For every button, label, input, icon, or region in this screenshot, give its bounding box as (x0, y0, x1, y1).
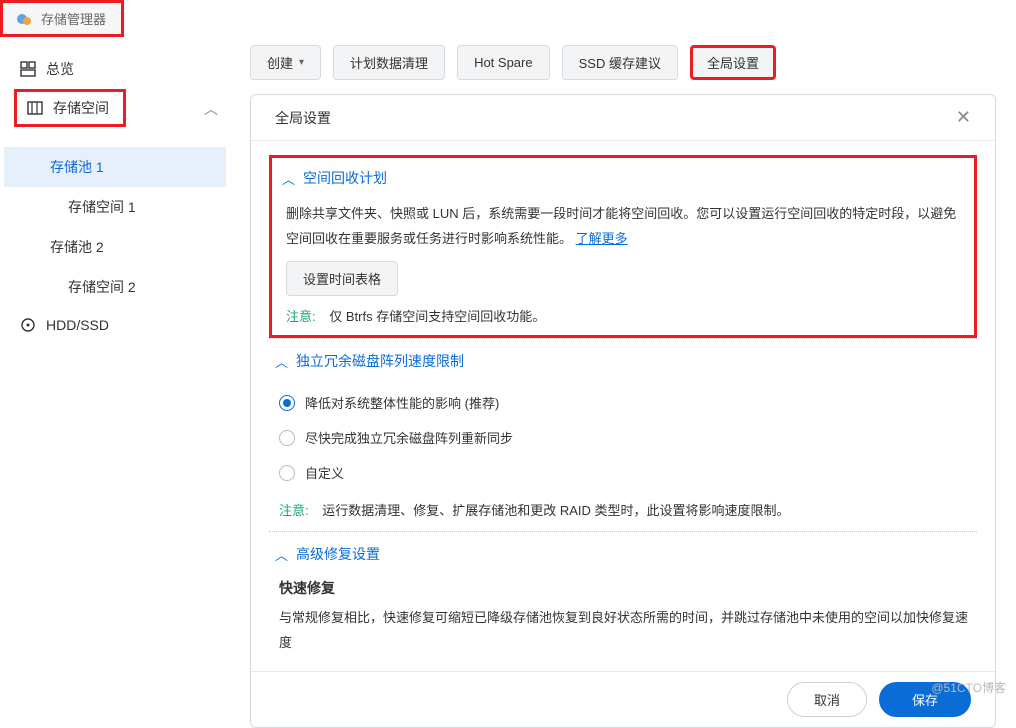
section-advanced-repair: ︿ 高级修复设置 快速修复 与常规修复相比，快速修复可缩短已降级存储池恢复到良好… (269, 531, 977, 671)
chevron-down-icon: ▾ (299, 57, 304, 68)
sidebar-item-volume1[interactable]: 存储空间 1 (4, 187, 226, 227)
sidebar-item-label: 存储空间 (53, 98, 109, 118)
sidebar-item-volume2[interactable]: 存储空间 2 (4, 267, 226, 307)
hotspare-button[interactable]: Hot Spare (457, 45, 550, 80)
chevron-up-icon: ︿ (275, 545, 288, 564)
storage-icon (27, 100, 43, 116)
note-text: 仅 Btrfs 存储空间支持空间回收功能。 (329, 309, 545, 324)
panel-header: 全局设置 ✕ (251, 95, 995, 141)
sidebar-item-label: 存储池 2 (50, 239, 104, 255)
radio-option-recommended[interactable]: 降低对系统整体性能的影响 (推荐) (279, 385, 971, 420)
set-schedule-button[interactable]: 设置时间表格 (286, 261, 398, 296)
sidebar-item-storage[interactable]: 存储空间 (14, 89, 126, 127)
create-button[interactable]: 创建 ▾ (250, 45, 321, 80)
note-text: 运行数据清理、修复、扩展存储池和更改 RAID 类型时，此设置将影响速度限制。 (322, 503, 789, 518)
chevron-up-icon: ︿ (275, 352, 288, 371)
section-header-raid[interactable]: ︿ 独立冗余磁盘阵列速度限制 (275, 351, 971, 371)
sidebar-item-hdd-ssd[interactable]: HDD/SSD (4, 307, 226, 343)
cancel-button[interactable]: 取消 (787, 682, 867, 717)
sidebar-item-label: 存储池 1 (50, 159, 104, 175)
sidebar: 总览 存储空间 ︿ 存储池 1 存储空间 1 存储池 2 存储空间 2 (0, 37, 230, 700)
section-header-repair[interactable]: ︿ 高级修复设置 (275, 544, 971, 564)
panel-body: ︿ 空间回收计划 删除共享文件夹、快照或 LUN 后，系统需要一段时间才能将空间… (251, 141, 995, 671)
app-titlebar: 存储管理器 (0, 0, 124, 37)
sidebar-item-label: 存储空间 1 (68, 199, 136, 215)
panel-footer: 取消 保存 (251, 671, 995, 727)
main-content: 创建 ▾ 计划数据清理 Hot Spare SSD 缓存建议 全局设置 全局设置… (230, 37, 1016, 700)
global-settings-button[interactable]: 全局设置 (690, 45, 776, 80)
storage-manager-icon (15, 10, 33, 28)
section-title: 空间回收计划 (303, 168, 387, 188)
chevron-up-icon: ︿ (282, 169, 295, 188)
radio-label: 降低对系统整体性能的影响 (推荐) (305, 393, 499, 412)
note-label: 注意: (279, 503, 309, 518)
radio-icon (279, 465, 295, 481)
section-description: 删除共享文件夹、快照或 LUN 后，系统需要一段时间才能将空间回收。您可以设置运… (286, 202, 964, 251)
disk-icon (20, 317, 36, 333)
sidebar-item-pool1[interactable]: 存储池 1 (4, 147, 226, 187)
ssd-advisor-button[interactable]: SSD 缓存建议 (562, 45, 678, 80)
quick-repair-description: 与常规修复相比，快速修复可缩短已降级存储池恢复到良好状态所需的时间，并跳过存储池… (279, 606, 971, 655)
radio-icon (279, 430, 295, 446)
learn-more-link[interactable]: 了解更多 (576, 231, 628, 246)
overview-icon (20, 61, 36, 77)
close-icon[interactable]: ✕ (956, 107, 971, 128)
section-space-reclaim: ︿ 空间回收计划 删除共享文件夹、快照或 LUN 后，系统需要一段时间才能将空间… (269, 155, 977, 338)
quick-repair-heading: 快速修复 (279, 578, 971, 598)
watermark: @51CTO博客 (931, 679, 1006, 696)
radio-icon (279, 395, 295, 411)
section-title: 独立冗余磁盘阵列速度限制 (296, 351, 464, 371)
section-title: 高级修复设置 (296, 544, 380, 564)
app-title: 存储管理器 (41, 9, 106, 28)
note-row: 注意: 运行数据清理、修复、扩展存储池和更改 RAID 类型时，此设置将影响速度… (279, 500, 971, 519)
radio-label: 自定义 (305, 463, 344, 482)
panel-title: 全局设置 (275, 108, 331, 128)
global-settings-panel: 全局设置 ✕ ︿ 空间回收计划 删除共享文件夹、快照或 LUN 后，系统需要一段… (250, 94, 996, 728)
sidebar-item-pool2[interactable]: 存储池 2 (4, 227, 226, 267)
raid-radio-group: 降低对系统整体性能的影响 (推荐) 尽快完成独立冗余磁盘阵列重新同步 自定义 (279, 385, 971, 490)
chevron-up-icon[interactable]: ︿ (204, 101, 218, 117)
radio-label: 尽快完成独立冗余磁盘阵列重新同步 (305, 428, 513, 447)
sidebar-item-overview[interactable]: 总览 (4, 49, 226, 89)
toolbar: 创建 ▾ 计划数据清理 Hot Spare SSD 缓存建议 全局设置 (250, 45, 996, 80)
sidebar-item-label: HDD/SSD (46, 317, 109, 333)
scrub-button[interactable]: 计划数据清理 (333, 45, 445, 80)
section-raid-speed: ︿ 独立冗余磁盘阵列速度限制 降低对系统整体性能的影响 (推荐) 尽快完成独立冗… (269, 338, 977, 531)
note-label: 注意: (286, 309, 316, 324)
radio-option-custom[interactable]: 自定义 (279, 455, 971, 490)
radio-option-fastest[interactable]: 尽快完成独立冗余磁盘阵列重新同步 (279, 420, 971, 455)
sidebar-item-label: 存储空间 2 (68, 279, 136, 295)
sidebar-item-label: 总览 (46, 59, 74, 79)
note-row: 注意: 仅 Btrfs 存储空间支持空间回收功能。 (286, 306, 964, 325)
section-header-reclaim[interactable]: ︿ 空间回收计划 (282, 168, 964, 188)
